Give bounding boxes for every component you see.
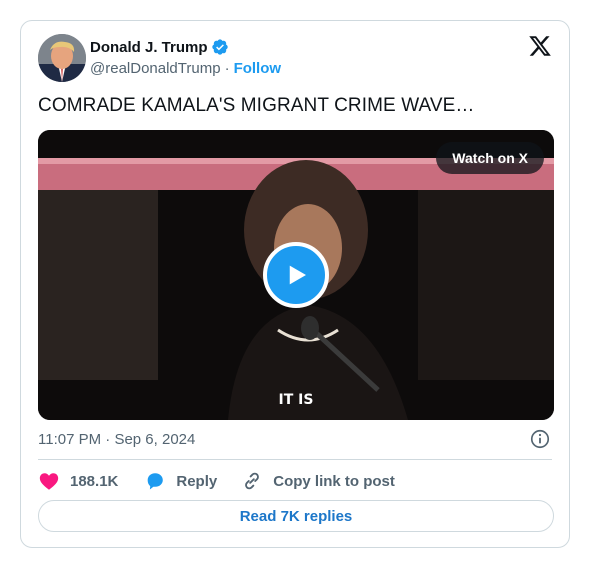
follow-link[interactable]: Follow [234, 60, 282, 77]
copy-link-label: Copy link to post [273, 472, 395, 490]
link-icon [245, 472, 260, 490]
likes-count: 188.1K [70, 472, 119, 490]
reply-bubble-icon [148, 473, 164, 490]
copy-link-button[interactable]: Copy link to post [241, 470, 395, 492]
divider [38, 459, 552, 460]
reply-button[interactable]: Reply [144, 470, 217, 492]
author-name-row: Donald J. Trump [90, 38, 229, 56]
info-icon[interactable] [529, 428, 551, 450]
action-bar: 188.1K Reply Copy link to post [38, 469, 395, 493]
x-logo-icon[interactable] [528, 34, 552, 58]
embedded-post-card: Donald J. Trump @realDonaldTrump · Follo… [20, 20, 570, 548]
author-name[interactable]: Donald J. Trump [90, 39, 208, 56]
read-replies-button[interactable]: Read 7K replies [38, 500, 554, 532]
author-handle-row: @realDonaldTrump · Follow [90, 60, 281, 77]
watch-on-x-button[interactable]: Watch on X [436, 142, 544, 174]
video-caption: IT IS [278, 392, 314, 408]
video-player[interactable]: Watch on X IT IS [38, 130, 554, 420]
author-handle[interactable]: @realDonaldTrump [90, 60, 221, 77]
post-text: COMRADE KAMALA'S MIGRANT CRIME WAVE… [38, 95, 475, 116]
separator-dot: · [105, 431, 111, 448]
post-timestamp[interactable]: 11:07 PM · Sep 6, 2024 [38, 431, 195, 448]
verified-badge-icon [211, 38, 229, 56]
play-icon [289, 265, 306, 285]
avatar-image [38, 34, 86, 82]
author-avatar[interactable] [38, 34, 86, 82]
post-time: 11:07 PM [38, 431, 102, 448]
play-button[interactable] [263, 242, 329, 308]
heart-icon [39, 473, 59, 490]
post-date: Sep 6, 2024 [114, 431, 196, 448]
reply-label: Reply [176, 472, 218, 490]
separator-dot: · [224, 60, 230, 77]
like-button[interactable]: 188.1K [38, 470, 118, 492]
